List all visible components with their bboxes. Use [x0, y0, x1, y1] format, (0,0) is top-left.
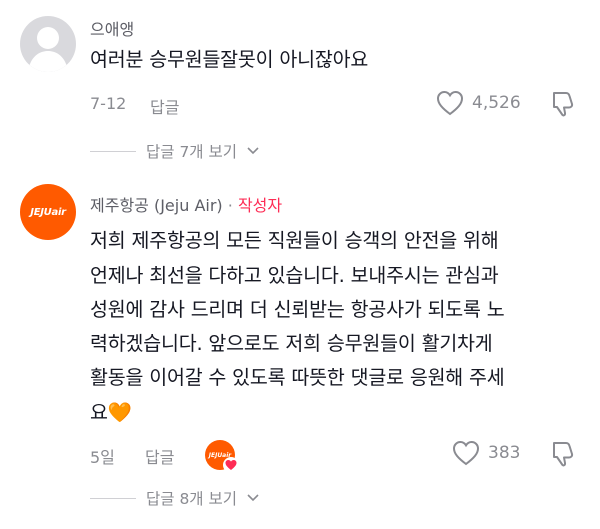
like-button[interactable]: 4,526 [436, 90, 521, 116]
view-replies-button[interactable]: 답글 7개 보기 [90, 140, 259, 162]
thumbs-down-icon [553, 92, 574, 117]
author-name: 제주항공 (Jeju Air) [90, 196, 223, 215]
comment-line: 저희 제주항공의 모든 직원들이 승객의 안전을 위해 [90, 229, 499, 252]
comment-line: 요 [90, 401, 108, 424]
separator: · [227, 196, 233, 215]
comment-username[interactable]: 제주항공 (Jeju Air) · 작성자 [90, 192, 282, 216]
divider-line [90, 497, 136, 499]
reply-button[interactable]: 답글 [150, 94, 179, 118]
view-replies-label: 답글 7개 보기 [146, 143, 238, 161]
like-button[interactable]: 383 [452, 440, 520, 466]
view-replies-label: 답글 8개 보기 [146, 490, 238, 508]
divider-line [90, 150, 136, 152]
heart-icon [223, 457, 239, 473]
comment-line: 성원에 감사 드리며 더 신뢰받는 항공사가 되도록 노 [90, 298, 505, 321]
comment-date: 7-12 [90, 94, 127, 113]
comment-line: 력하겠습니다. 앞으로도 저희 승무원들이 활기차게 [90, 332, 493, 355]
reply-button[interactable]: 답글 [145, 444, 174, 468]
comment-username[interactable]: 으애앵 [90, 16, 134, 40]
jeju-air-logo: JEJUair [30, 206, 66, 218]
comment-text: 여러분 승무원들잘못이 아니잖아요 [90, 48, 369, 71]
user-silhouette-icon [28, 27, 68, 72]
thumbs-down-icon [553, 442, 574, 467]
jeju-air-avatar[interactable]: JEJUair [20, 184, 76, 240]
chevron-down-icon [247, 494, 259, 502]
default-avatar[interactable] [20, 16, 76, 72]
comment-line-last: 요🧡 [90, 396, 132, 430]
like-count: 4,526 [472, 93, 521, 113]
orange-heart-emoji: 🧡 [107, 401, 132, 424]
author-badge: 작성자 [237, 196, 283, 215]
comment-date: 5일 [90, 448, 115, 467]
dislike-button[interactable] [550, 90, 576, 122]
heart-icon [436, 90, 464, 116]
dislike-button[interactable] [550, 440, 576, 472]
comment-line: 언제나 최선을 다하고 있습니다. 보내주시는 관심과 [90, 264, 499, 287]
heart-icon [452, 440, 480, 466]
view-replies-button[interactable]: 답글 8개 보기 [90, 487, 259, 509]
chevron-down-icon [247, 147, 259, 155]
creator-liked-badge: JEJUair [205, 440, 239, 473]
comment-line: 활동을 이어갈 수 있도록 따뜻한 댓글로 응원해 주세 [90, 366, 505, 389]
like-count: 383 [488, 443, 521, 463]
